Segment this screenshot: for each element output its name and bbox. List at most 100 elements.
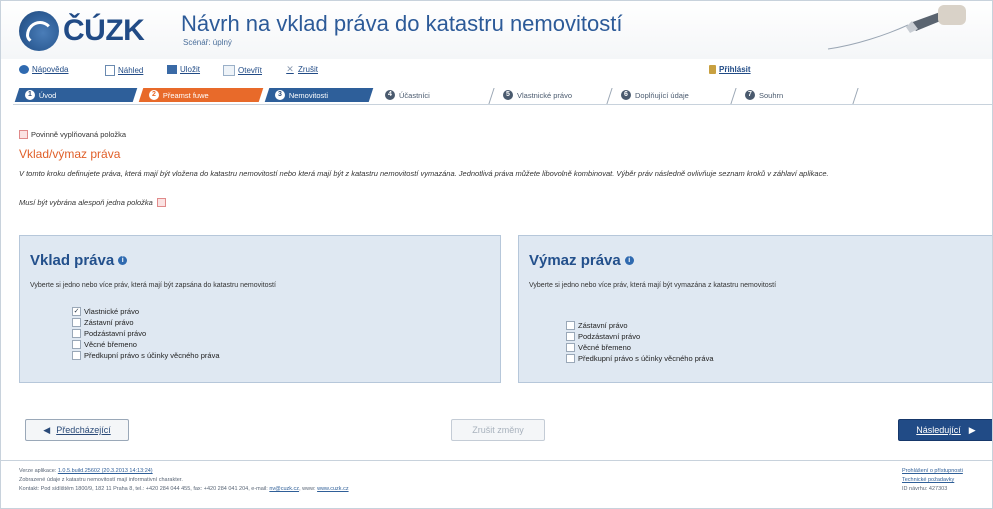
logo-text: ČÚZK (63, 14, 145, 47)
vklad-checkbox-list: ✓ Vlastnické právo Zástavní právo Podzás… (72, 306, 220, 361)
footer: Verze aplikace: 1.0.5.build.25602 (20.3.… (1, 460, 992, 508)
step-divider (852, 88, 859, 104)
required-note-text: Povinně vyplňovaná položka (31, 130, 127, 139)
vymaz-description: Vyberte si jedno nebo více práv, která m… (529, 282, 777, 289)
checkbox-label: Vlastnické právo (84, 307, 140, 316)
step-ucastnici[interactable]: 4 Účastníci (377, 88, 487, 102)
must-select-text: Musí být vybrána alespoň jedna položka (19, 198, 153, 207)
vklad-title-text: Vklad práva (30, 252, 115, 269)
footer-info: Verze aplikace: 1.0.5.build.25602 (20.3.… (19, 467, 349, 494)
app-window: ČÚZK Návrh na vklad práva do katastru ne… (0, 0, 993, 509)
vymaz-option-podzastavni-pravo[interactable]: Podzástavní právo (566, 331, 714, 342)
step-number: 2 (149, 90, 159, 100)
checkbox[interactable] (566, 332, 575, 341)
vymaz-option-vecne-bremeno[interactable]: Věcné břemeno (566, 342, 714, 353)
required-marker-icon (19, 130, 28, 139)
vklad-option-predkupni-pravo[interactable]: Předkupní právo s účinky věcného práva (72, 350, 220, 361)
preview-link[interactable]: Náhled (105, 65, 143, 76)
discard-changes-button[interactable]: Zrušit změny (451, 419, 545, 441)
step-label: Souhrn (759, 90, 784, 100)
vklad-option-zastavni-pravo[interactable]: Zástavní právo (72, 317, 220, 328)
previous-button[interactable]: ◀ Předcházející (25, 419, 129, 441)
vklad-title: Vklad práva i (30, 252, 128, 269)
discard-label: Zrušit změny (472, 425, 524, 435)
open-folder-icon (223, 65, 235, 76)
checkbox[interactable]: ✓ (72, 307, 81, 316)
next-label: Následující (916, 425, 961, 435)
checkbox[interactable] (566, 354, 575, 363)
info-icon[interactable]: i (624, 256, 634, 265)
arrow-right-icon: ▶ (968, 424, 976, 435)
vymaz-checkbox-list: Zástavní právo Podzástavní právo Věcné b… (566, 320, 714, 364)
step-souhrn[interactable]: 7 Souhrn (737, 88, 817, 102)
preview-icon (105, 65, 115, 76)
checkbox-label: Věcné břemeno (578, 343, 631, 352)
arrow-left-icon: ◀ (43, 424, 51, 435)
checkbox-label: Podzástavní právo (84, 329, 147, 338)
vklad-option-vlastnicke-pravo[interactable]: ✓ Vlastnické právo (72, 306, 220, 317)
checkbox-label: Věcné břemeno (84, 340, 137, 349)
step-nemovitosti[interactable]: 3 Nemovitosti (264, 88, 374, 102)
step-number: 3 (275, 90, 285, 100)
info-icon[interactable]: i (118, 256, 128, 265)
help-icon (19, 65, 29, 74)
step-number: 1 (25, 90, 35, 100)
step-label: Úvod (39, 90, 57, 100)
footer-disclaimer: Zobrazené údaje z katastru nemovitostí m… (19, 477, 183, 483)
version-link[interactable]: 1.0.5.build.25602 (20.3.2013 14:13:24) (58, 468, 153, 474)
step-number: 5 (503, 90, 513, 100)
step-number: 6 (621, 90, 631, 100)
step-vlastnicke-pravo[interactable]: 5 Vlastnické právo (495, 88, 595, 102)
required-field-note: Povinně vyplňovaná položka (19, 130, 126, 139)
open-link[interactable]: Otevřít (223, 65, 262, 76)
checkbox-label: Zástavní právo (578, 321, 628, 330)
website-link[interactable]: www.cuzk.cz (317, 486, 348, 492)
save-label: Uložit (180, 65, 201, 74)
cuzk-logo[interactable]: ČÚZK (19, 11, 169, 51)
checkbox[interactable] (566, 321, 575, 330)
toolbar: Nápověda Náhled Uložit Otevřít ✕ Zrušit … (1, 63, 992, 79)
preview-label: Náhled (118, 66, 144, 75)
save-link[interactable]: Uložit (167, 65, 200, 74)
login-link[interactable]: Přihlásit (709, 65, 751, 74)
checkbox[interactable] (72, 351, 81, 360)
step-label: Přeamst fuwe (163, 90, 209, 100)
footer-contact: Kontakt: Pod sídlištěm 1800/9, 182 11 Pr… (19, 486, 268, 492)
vymaz-option-predkupni-pravo[interactable]: Předkupní právo s účinky věcného práva (566, 353, 714, 364)
login-label: Přihlásit (719, 65, 751, 74)
step-divider (606, 88, 613, 104)
vklad-option-vecne-bremeno[interactable]: Věcné břemeno (72, 339, 220, 350)
help-link[interactable]: Nápověda (19, 65, 68, 74)
version-label: Verze aplikace: (19, 468, 57, 474)
vymaz-title-text: Výmaz práva (529, 252, 621, 269)
checkbox[interactable] (72, 329, 81, 338)
vklad-panel: Vklad práva i Vyberte si jedno nebo více… (19, 235, 501, 383)
save-icon (167, 65, 177, 74)
step-current[interactable]: 2 Přeamst fuwe (138, 88, 264, 102)
step-doplnujici-udaje[interactable]: 6 Doplňující údaje (613, 88, 725, 102)
scenario-subtitle: Scénář: úplný (183, 38, 232, 47)
vymaz-option-zastavni-pravo[interactable]: Zástavní právo (566, 320, 714, 331)
vklad-option-podzastavni-pravo[interactable]: Podzástavní právo (72, 328, 220, 339)
email-link[interactable]: nv@cuzk.cz (269, 486, 299, 492)
step-label: Nemovitosti (289, 90, 329, 100)
app-header: ČÚZK Návrh na vklad práva do katastru ne… (1, 1, 992, 59)
step-divider (730, 88, 737, 104)
previous-label: Předcházející (56, 425, 111, 435)
step-number: 4 (385, 90, 395, 100)
checkbox[interactable] (566, 343, 575, 352)
help-label: Nápověda (32, 65, 69, 74)
vklad-description: Vyberte si jedno nebo více práv, která m… (30, 282, 276, 289)
checkbox[interactable] (72, 340, 81, 349)
cancel-link[interactable]: ✕ Zrušit (285, 64, 318, 75)
next-button[interactable]: Následující ▶ (898, 419, 992, 441)
accessibility-link[interactable]: Prohlášení o přístupnosti (902, 468, 963, 474)
checkbox[interactable] (72, 318, 81, 327)
step-description: V tomto kroku definujete práva, která ma… (19, 169, 829, 178)
step-uvod[interactable]: 1 Úvod (14, 88, 138, 102)
lock-icon (709, 65, 716, 74)
globe-logo-icon (19, 11, 59, 51)
checkbox-label: Předkupní právo s účinky věcného práva (578, 354, 714, 363)
tech-requirements-link[interactable]: Technické požadavky (902, 477, 954, 483)
cancel-icon: ✕ (286, 64, 294, 74)
